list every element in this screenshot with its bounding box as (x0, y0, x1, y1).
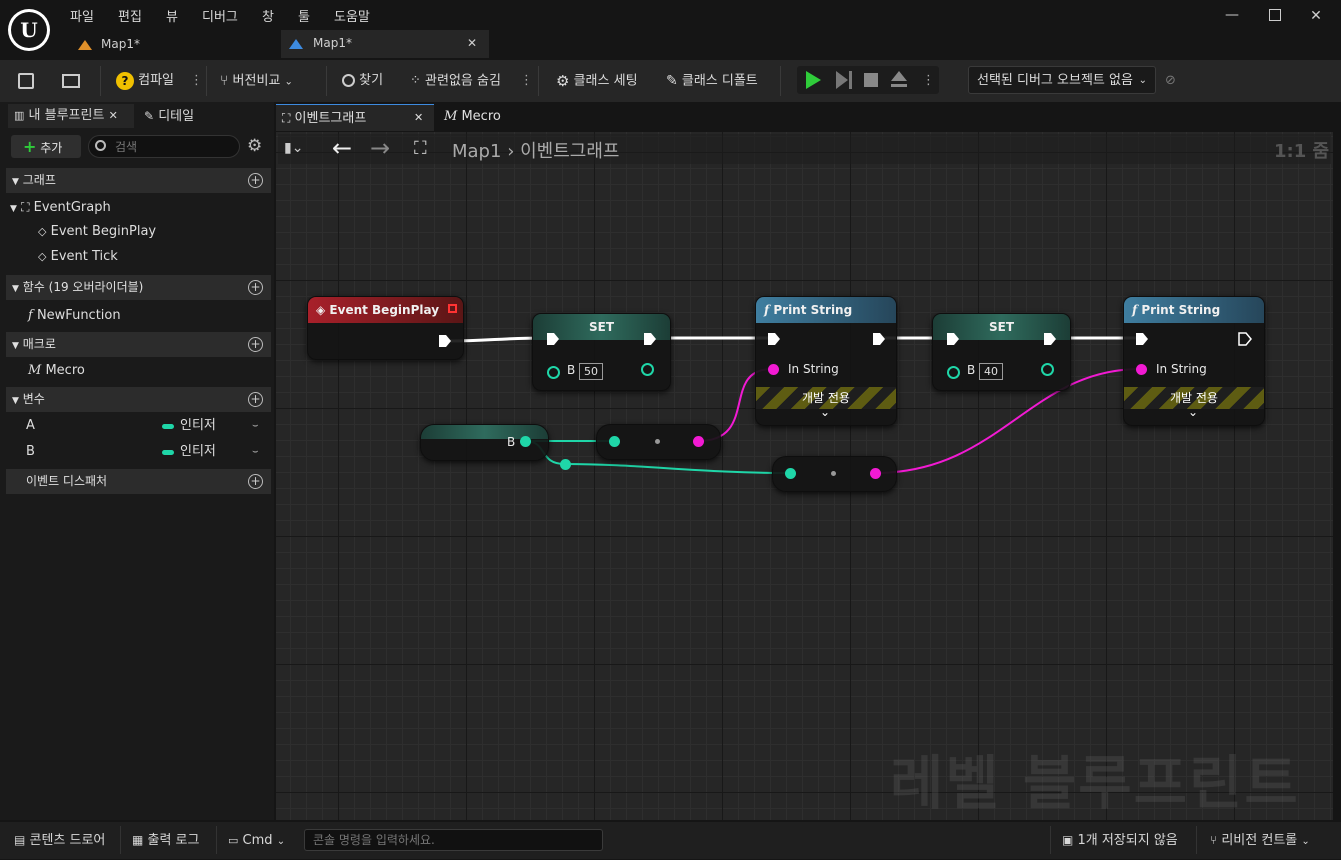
cmd-label: Cmd (242, 833, 273, 848)
set-node-2[interactable]: SET B 40 (932, 313, 1071, 391)
graph-watermark: 레벨 블루프린트 (890, 749, 1300, 817)
node-title: Event BeginPlay (329, 303, 440, 317)
event-beginplay-node[interactable]: ◈ Event BeginPlay (307, 296, 464, 360)
conversion-dot-icon (831, 471, 836, 476)
int-out-pin[interactable] (520, 436, 531, 447)
expand-chevron-icon[interactable]: ⌄ (1188, 405, 1198, 419)
exec-in-pin[interactable] (946, 332, 960, 346)
int-out-pin[interactable] (641, 363, 654, 376)
print-string-node-2[interactable]: f Print String In String 개발 전용 ⌄ (1123, 296, 1265, 426)
exec-out-pin[interactable] (438, 334, 452, 348)
function-icon: f (1132, 303, 1138, 317)
conversion-dot-icon (655, 439, 660, 444)
chevron-down-icon: ⌄ (1301, 836, 1310, 847)
value-field[interactable]: 40 (979, 363, 1003, 380)
unsaved-label: 1개 저장되지 않음 (1077, 833, 1178, 848)
content-drawer-button[interactable]: ▤ 콘텐츠 드로어 (14, 822, 105, 859)
string-in-pin[interactable] (768, 364, 779, 375)
int-in-pin[interactable] (947, 366, 960, 379)
exec-out-pin[interactable] (643, 332, 657, 346)
pin-label: B (967, 363, 976, 377)
output-log-button[interactable]: ▦ 출력 로그 (132, 822, 199, 859)
delegate-pin-icon[interactable] (448, 304, 457, 313)
revision-label: 리비전 컨트롤 (1221, 833, 1298, 848)
branch-icon: ⑂ (1210, 833, 1218, 847)
get-variable-b-node[interactable]: B (420, 424, 549, 461)
console-input[interactable] (304, 829, 603, 851)
function-icon: f (764, 303, 770, 317)
reroute-node[interactable] (560, 459, 571, 470)
terminal-icon: ▭ (228, 834, 239, 847)
int-to-string-node-2[interactable] (772, 456, 897, 492)
pin-label: In String (1156, 362, 1207, 376)
exec-in-pin[interactable] (546, 332, 560, 346)
revision-control-button[interactable]: ⑂ 리비전 컨트롤 ⌄ (1210, 822, 1310, 859)
string-out-pin[interactable] (693, 436, 704, 447)
int-to-string-node-1[interactable] (596, 424, 721, 460)
exec-in-pin[interactable] (1135, 332, 1149, 346)
exec-in-pin[interactable] (767, 332, 781, 346)
event-diamond-icon: ◈ (316, 303, 326, 317)
exec-out-pin[interactable] (872, 332, 886, 346)
save-status-icon: ▣ (1062, 833, 1074, 847)
int-in-pin[interactable] (547, 366, 560, 379)
output-log-label: 출력 로그 (147, 833, 200, 848)
string-in-pin[interactable] (1136, 364, 1147, 375)
chevron-down-icon: ⌄ (276, 836, 286, 847)
int-out-pin[interactable] (1041, 363, 1054, 376)
content-drawer-icon: ▤ (14, 833, 26, 847)
set-node-1[interactable]: SET B 50 (532, 313, 671, 391)
string-out-pin[interactable] (870, 468, 881, 479)
pin-label: B (507, 435, 516, 449)
dev-only-label: 개발 전용 (802, 391, 850, 405)
exec-out-pin-unconnected[interactable] (1238, 332, 1252, 346)
node-title: Print String (1141, 303, 1221, 317)
content-drawer-label: 콘텐츠 드로어 (29, 833, 106, 848)
pin-label: In String (788, 362, 839, 376)
value-field[interactable]: 50 (579, 363, 603, 380)
pin-label: B (567, 363, 576, 377)
cmd-select[interactable]: ▭ Cmd ⌄ (228, 822, 285, 859)
int-in-pin[interactable] (609, 436, 620, 447)
expand-chevron-icon[interactable]: ⌄ (820, 405, 830, 419)
node-title: Print String (773, 303, 853, 317)
unsaved-button[interactable]: ▣ 1개 저장되지 않음 (1062, 822, 1178, 859)
exec-out-pin[interactable] (1043, 332, 1057, 346)
int-in-pin[interactable] (785, 468, 796, 479)
output-log-icon: ▦ (132, 833, 144, 847)
print-string-node-1[interactable]: f Print String In String 개발 전용 ⌄ (755, 296, 897, 426)
dev-only-label: 개발 전용 (1170, 391, 1218, 405)
